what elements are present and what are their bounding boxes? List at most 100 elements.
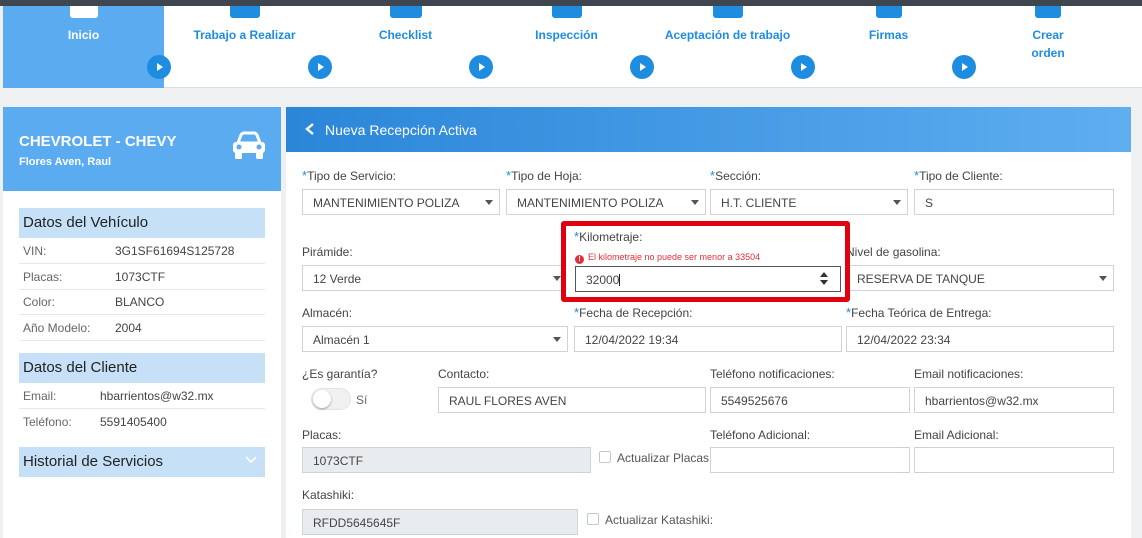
car-inspection-icon — [551, 6, 582, 18]
step-trabajo-a-realizar[interactable]: Trabajo a Realizar — [168, 6, 321, 88]
actualizar-katashiki-label: Actualizar Katashiki: — [605, 513, 714, 527]
chevron-down-icon — [553, 276, 561, 281]
row-value: hbarrientos@w32.mx — [100, 389, 214, 403]
contacto-input[interactable]: RAUL FLORES AVEN — [438, 387, 706, 413]
next-step-button[interactable] — [791, 55, 815, 79]
service-history-toggle[interactable]: Historial de Servicios — [19, 447, 265, 477]
vehicle-owner: Flores Aven, Raul — [19, 156, 112, 168]
fecha-recepcion-input[interactable]: 12/04/2022 19:34 — [574, 326, 842, 352]
next-step-button[interactable] — [469, 55, 493, 79]
almacen-label: Almacén: — [302, 306, 353, 320]
select-value: MANTENIMIENTO POLIZA — [313, 196, 460, 210]
chevron-down-icon — [553, 337, 561, 342]
client-email-row: Email: hbarrientos@w32.mx — [19, 384, 265, 409]
step-label: Aceptación de trabajo — [664, 28, 791, 42]
katashiki-input[interactable]: RFDD5645645F — [302, 509, 578, 535]
input-value: 5549525676 — [721, 394, 788, 408]
step-inspeccion[interactable]: Inspección — [490, 6, 643, 88]
input-value: RFDD5645645F — [313, 516, 401, 530]
select-value: Almacén 1 — [313, 333, 370, 347]
next-step-button[interactable] — [952, 55, 976, 79]
client-data-heading: Datos del Cliente — [19, 353, 265, 383]
row-label: Email: — [23, 389, 57, 403]
step-label: Inspección — [535, 28, 598, 42]
row-value: 3G1SF61694S125728 — [115, 244, 235, 258]
signature-icon — [875, 6, 902, 18]
telefono-notificaciones-input[interactable]: 5549525676 — [710, 387, 910, 413]
chevron-down-icon — [893, 200, 901, 205]
row-value: 5591405400 — [100, 415, 167, 429]
error-text: El kilometraje no puede ser menor a 3350… — [588, 252, 761, 262]
seccion-label: *Sección: — [710, 168, 762, 183]
input-value: 32000 — [586, 273, 620, 287]
nivel-gasolina-select[interactable]: RESERVA DE TANQUE — [846, 265, 1114, 291]
vehicle-sidebar: CHEVROLET - CHEVY Flores Aven, Raul Dato… — [3, 107, 281, 538]
piramide-select[interactable]: 12 Verde — [302, 265, 568, 291]
row-value: 1073CTF — [115, 270, 166, 284]
step-label: Firmas — [868, 28, 909, 42]
almacen-select[interactable]: Almacén 1 — [302, 326, 568, 352]
reception-form-panel: Nueva Recepción Activa — [286, 107, 1131, 538]
tipo-servicio-select[interactable]: MANTENIMIENTO POLIZA — [302, 189, 500, 215]
text-cursor — [619, 274, 621, 286]
email-adicional-input[interactable] — [914, 447, 1114, 473]
step-crear-orden[interactable]: Crear orden — [1018, 6, 1078, 88]
garantia-toggle-text: Sí — [356, 393, 368, 407]
row-label: Teléfono: — [23, 415, 72, 429]
kilometraje-input[interactable]: 32000 — [575, 266, 841, 292]
kilometraje-error-message: ! El kilometraje no puede ser menor a 335… — [575, 252, 760, 264]
tipo-hoja-select[interactable]: MANTENIMIENTO POLIZA — [506, 189, 706, 215]
vehicle-data-heading: Datos del Vehículo — [19, 208, 265, 238]
clipboard-icon — [389, 6, 422, 18]
client-phone-row: Teléfono: 5591405400 — [19, 410, 265, 435]
actualizar-placas-label: Actualizar Placas: — [617, 451, 713, 465]
select-value: H.T. CLIENTE — [721, 196, 797, 210]
input-value: 1073CTF — [313, 454, 364, 468]
chevron-down-icon — [1099, 276, 1107, 281]
input-value: 12/04/2022 19:34 — [585, 333, 679, 347]
step-label: Checklist — [378, 28, 433, 42]
chevron-down-icon — [691, 200, 699, 205]
next-step-button[interactable] — [630, 55, 654, 79]
back-arrow-icon[interactable] — [304, 122, 316, 136]
row-label: Año Modelo: — [23, 321, 91, 335]
fecha-entrega-input[interactable]: 12/04/2022 23:34 — [846, 326, 1114, 352]
tipo-cliente-input[interactable]: S — [914, 189, 1114, 215]
form-title: Nueva Recepción Activa — [325, 122, 477, 138]
chevron-down-icon — [485, 200, 493, 205]
placas-input[interactable]: 1073CTF — [302, 447, 591, 473]
garantia-label: ¿Es garantía? — [302, 367, 378, 381]
car-icon — [233, 131, 265, 159]
number-spinner[interactable] — [820, 272, 828, 286]
process-stepper: Inicio Trabajo a Realizar Checklist Insp… — [3, 6, 1142, 88]
garantia-toggle[interactable] — [311, 388, 351, 410]
actualizar-placas-checkbox[interactable] — [599, 451, 611, 463]
select-value: MANTENIMIENTO POLIZA — [517, 196, 664, 210]
contacto-label: Contacto: — [438, 367, 490, 381]
actualizar-katashiki-checkbox[interactable] — [587, 513, 599, 525]
row-label: Placas: — [23, 270, 63, 284]
placas-label: Placas: — [302, 428, 342, 442]
handshake-icon — [712, 6, 743, 18]
input-value: hbarrientos@w32.mx — [925, 394, 1039, 408]
input-value: 12/04/2022 23:34 — [857, 333, 951, 347]
step-inicio[interactable]: Inicio — [3, 6, 164, 88]
next-step-button[interactable] — [147, 55, 171, 79]
nivel-gasolina-label: Nivel de gasolina: — [846, 245, 941, 259]
vehicle-year-row: Año Modelo: 2004 — [19, 316, 265, 341]
step-firmas[interactable]: Firmas — [812, 6, 965, 88]
step-checklist[interactable]: Checklist — [329, 6, 482, 88]
row-value: 2004 — [115, 321, 142, 335]
row-value: BLANCO — [115, 295, 165, 309]
seccion-select[interactable]: H.T. CLIENTE — [710, 189, 908, 215]
fecha-entrega-label: *Fecha Teórica de Entrega: — [846, 305, 992, 320]
wrench-icon — [229, 6, 260, 18]
form-header: Nueva Recepción Activa — [286, 107, 1131, 152]
telefono-adicional-input[interactable] — [710, 447, 910, 473]
next-step-button[interactable] — [308, 55, 332, 79]
step-aceptacion-de-trabajo[interactable]: Aceptación de trabajo — [651, 6, 804, 88]
email-notificaciones-input[interactable]: hbarrientos@w32.mx — [914, 387, 1114, 413]
select-value: RESERVA DE TANQUE — [857, 272, 985, 286]
fecha-recepcion-label: *Fecha de Recepción: — [574, 305, 693, 320]
telefono-adicional-label: Teléfono Adicional: — [710, 428, 811, 442]
